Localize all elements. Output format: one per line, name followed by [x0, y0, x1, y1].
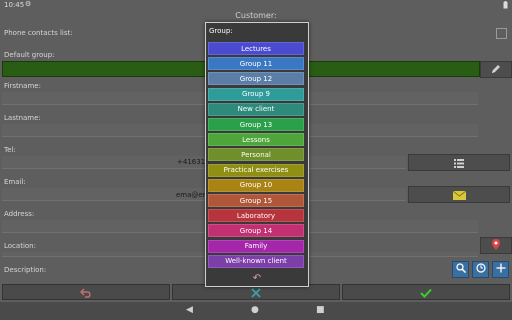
address-label: Address:	[4, 210, 35, 218]
group-item[interactable]: Well-known client	[208, 254, 304, 268]
group-item[interactable]: Group 14	[208, 224, 304, 238]
undo-arrow-icon	[79, 283, 92, 302]
default-group-label: Default group:	[4, 51, 55, 59]
group-item[interactable]: Practical exercises	[208, 163, 304, 177]
group-item[interactable]: Group 12	[208, 72, 304, 86]
description-label: Description:	[4, 266, 47, 274]
map-pin-icon	[491, 236, 501, 255]
firstname-label: Firstname:	[4, 82, 41, 90]
group-item[interactable]: Lectures	[208, 42, 304, 55]
phone-contacts-label: Phone contacts list:	[4, 29, 73, 37]
tel-value: +41631	[177, 158, 206, 166]
send-email-button[interactable]	[408, 186, 510, 203]
tel-label: Tel:	[4, 146, 16, 154]
undo-arrow-icon[interactable]: ↶	[206, 273, 308, 284]
group-item[interactable]: Group 15	[208, 194, 304, 207]
nav-recents-icon[interactable]: ■	[316, 305, 325, 315]
page-title: Customer:	[235, 11, 277, 20]
add-button[interactable]	[492, 261, 509, 278]
envelope-icon	[452, 185, 466, 204]
email-label: Email:	[4, 178, 26, 186]
status-time: 10:45	[4, 1, 25, 9]
plus-icon	[496, 263, 506, 276]
group-item[interactable]: Personal	[208, 148, 304, 162]
timer-icon	[475, 263, 486, 276]
battery-icon	[503, 1, 508, 11]
location-button[interactable]	[480, 237, 512, 254]
timer-button[interactable]	[472, 261, 489, 278]
group-item[interactable]: Group 13	[208, 118, 304, 131]
group-item[interactable]: Lessons	[208, 133, 304, 147]
group-item[interactable]: New client	[208, 102, 304, 116]
nav-home-icon[interactable]: ●	[251, 305, 259, 315]
edit-group-button[interactable]	[480, 61, 512, 78]
group-item[interactable]: Group 11	[208, 57, 304, 71]
confirm-button[interactable]	[342, 284, 510, 300]
group-picker-dialog: Group: Lectures Group 11 Group 12 Group 9 Ne…	[205, 22, 309, 287]
search-icon	[455, 263, 466, 276]
location-label: Location:	[4, 242, 36, 250]
lastname-label: Lastname:	[4, 114, 41, 122]
contacts-list-button[interactable]	[408, 154, 510, 171]
group-item[interactable]: Group 10	[208, 178, 304, 192]
pencil-icon	[490, 60, 502, 79]
phone-contacts-checkbox[interactable]	[496, 28, 507, 39]
list-icon	[454, 153, 464, 172]
group-picker-title: Group:	[209, 27, 233, 35]
system-nav-bar: ◀ ● ■	[0, 302, 512, 320]
search-button[interactable]	[452, 261, 469, 278]
gear-icon: ⚙	[25, 0, 32, 8]
group-item[interactable]: Family	[208, 239, 304, 253]
group-item[interactable]: Group 9	[208, 87, 304, 101]
check-icon	[420, 283, 432, 302]
nav-back-icon[interactable]: ◀	[186, 305, 193, 315]
status-bar: 10:45 ⚙	[0, 0, 512, 10]
email-value: ema@en	[176, 191, 208, 199]
back-button[interactable]	[2, 284, 170, 300]
group-item[interactable]: Laboratory	[208, 209, 304, 223]
